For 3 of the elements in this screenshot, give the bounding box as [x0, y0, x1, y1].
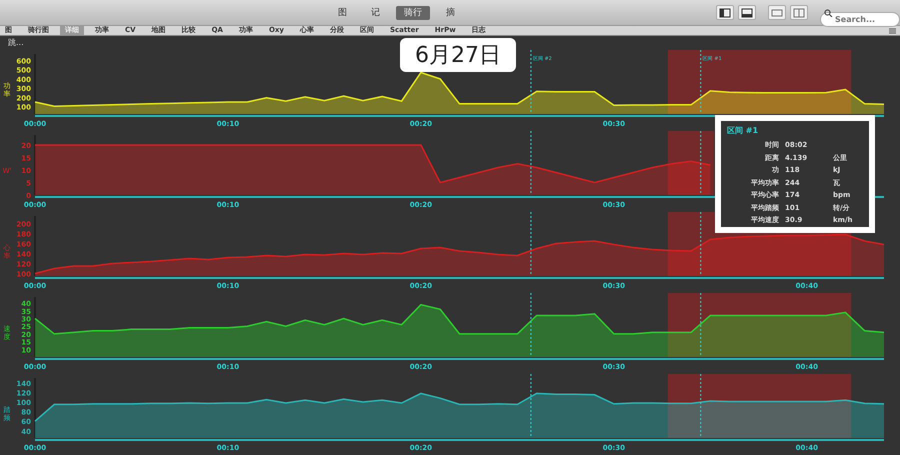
status-text: 跳... [7, 37, 25, 49]
date-label: 6月27日 [400, 38, 516, 72]
tooltip-title: 区间 #1 [727, 125, 760, 137]
